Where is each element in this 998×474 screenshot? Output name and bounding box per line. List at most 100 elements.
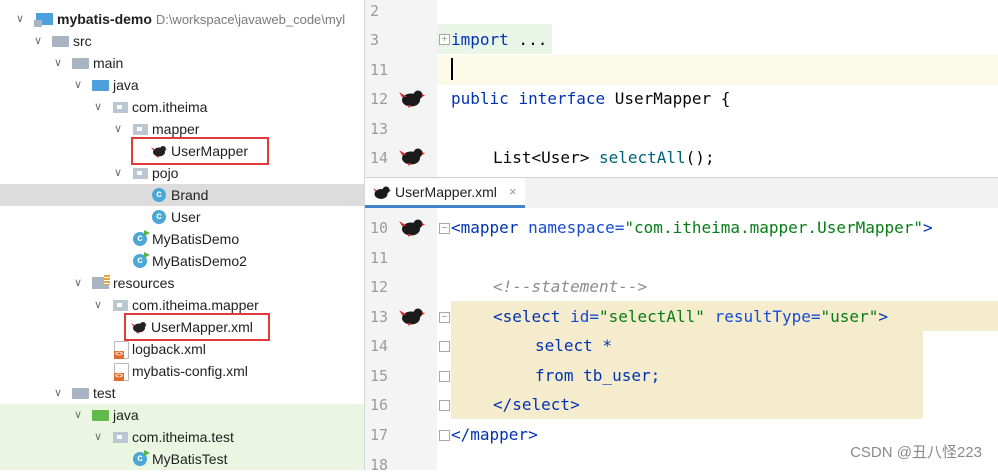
chevron-down-icon[interactable]: ∨ bbox=[14, 8, 26, 30]
tree-item-package[interactable]: ∨ pojo bbox=[0, 162, 364, 184]
test-folder-icon bbox=[92, 410, 109, 421]
mybatis-navigate-icon[interactable] bbox=[399, 306, 425, 326]
mybatis-bird-icon bbox=[373, 186, 391, 199]
source-folder-icon bbox=[92, 80, 109, 91]
tree-item-file[interactable]: c MyBatisTest bbox=[0, 448, 364, 470]
fold-collapse-icon[interactable]: − bbox=[439, 223, 450, 234]
caret-line-highlight bbox=[437, 55, 998, 85]
project-path: D:\workspace\javaweb_code\myl bbox=[155, 12, 346, 27]
close-icon[interactable]: × bbox=[509, 184, 517, 199]
tree-item-project[interactable]: ∨ mybatis-demo D:\workspace\javaweb_code… bbox=[0, 8, 364, 30]
tree-item-file[interactable]: c MyBatisDemo bbox=[0, 228, 364, 250]
tree-item-label: MyBatisTest bbox=[152, 451, 228, 467]
code-line-import: import ... bbox=[451, 30, 548, 49]
tree-item-test[interactable]: ∨ test bbox=[0, 382, 364, 404]
tree-item-label: main bbox=[93, 55, 124, 71]
project-tree: ∨ mybatis-demo D:\workspace\javaweb_code… bbox=[0, 0, 365, 470]
package-icon bbox=[113, 300, 128, 311]
tree-item-main[interactable]: ∨ main bbox=[0, 52, 364, 74]
tree-item-file[interactable]: c MyBatisDemo2 bbox=[0, 250, 364, 272]
fold-collapse-icon[interactable]: − bbox=[439, 312, 450, 323]
tree-item-label: MyBatisDemo2 bbox=[152, 253, 247, 269]
chevron-down-icon[interactable]: ∨ bbox=[112, 162, 124, 184]
code-line-interface: public interface UserMapper { bbox=[451, 89, 731, 108]
code-line-comment: <!--statement--> bbox=[493, 277, 648, 296]
chevron-down-icon[interactable]: ∨ bbox=[92, 426, 104, 448]
line-number: 13 bbox=[370, 120, 389, 138]
module-folder-icon bbox=[34, 13, 53, 27]
tree-item-file[interactable]: c Brand bbox=[0, 184, 364, 206]
code-line-sql: from tb_user; bbox=[535, 366, 661, 385]
tree-item-label: src bbox=[73, 33, 92, 49]
line-number: 3 bbox=[370, 31, 380, 49]
line-number: 15 bbox=[370, 367, 389, 385]
fold-marker-icon[interactable] bbox=[439, 371, 450, 382]
mybatis-navigate-icon[interactable] bbox=[399, 146, 425, 166]
tree-item-src[interactable]: ∨ src bbox=[0, 30, 364, 52]
project-name: mybatis-demo bbox=[57, 11, 152, 27]
tree-item-label: java bbox=[113, 77, 139, 93]
resources-folder-icon bbox=[92, 275, 110, 289]
chevron-down-icon[interactable]: ∨ bbox=[52, 52, 64, 74]
tree-item-package[interactable]: ∨ com.itheima.test bbox=[0, 426, 364, 448]
chevron-down-icon[interactable]: ∨ bbox=[52, 382, 64, 404]
editor-tab-bar: UserMapper.xml × bbox=[365, 177, 998, 209]
tree-item-label: resources bbox=[113, 275, 175, 291]
watermark: CSDN @丑八怪223 bbox=[850, 444, 982, 461]
tree-item-label: com.itheima bbox=[132, 99, 208, 115]
tree-item-label: User bbox=[171, 209, 201, 225]
tree-item-label: logback.xml bbox=[132, 341, 206, 357]
highlight-box-usermapper bbox=[131, 137, 269, 165]
mybatis-navigate-icon[interactable] bbox=[399, 217, 425, 237]
chevron-down-icon[interactable]: ∨ bbox=[32, 30, 44, 52]
class-icon: c bbox=[152, 188, 166, 202]
folder-icon bbox=[72, 388, 89, 399]
line-number: 16 bbox=[370, 396, 389, 414]
tree-item-file[interactable]: logback.xml bbox=[0, 338, 364, 360]
line-number: 14 bbox=[370, 337, 389, 355]
line-number: 17 bbox=[370, 426, 389, 444]
line-number: 2 bbox=[370, 2, 380, 20]
xml-file-icon bbox=[114, 341, 129, 359]
line-number: 18 bbox=[370, 456, 389, 474]
text-caret bbox=[451, 58, 453, 80]
tree-item-file[interactable]: mybatis-config.xml bbox=[0, 360, 364, 382]
tree-item-package[interactable]: ∨ com.itheima bbox=[0, 96, 364, 118]
tree-item-label: mybatis-config.xml bbox=[132, 363, 248, 379]
chevron-down-icon[interactable]: ∨ bbox=[92, 96, 104, 118]
class-icon: c bbox=[152, 210, 166, 224]
code-line-select-open: <select id="selectAll" resultType="user"… bbox=[493, 307, 888, 326]
line-number: 11 bbox=[370, 61, 389, 79]
tab-usermapper-xml[interactable]: UserMapper.xml × bbox=[365, 178, 525, 208]
code-line-method: List<User> selectAll(); bbox=[493, 148, 715, 167]
fold-end-icon[interactable] bbox=[439, 430, 450, 441]
line-number: 12 bbox=[370, 278, 389, 296]
package-icon bbox=[113, 432, 128, 443]
chevron-down-icon[interactable]: ∨ bbox=[112, 118, 124, 140]
code-line-select-close: </select> bbox=[493, 395, 580, 414]
package-icon bbox=[113, 102, 128, 113]
chevron-down-icon[interactable]: ∨ bbox=[92, 294, 104, 316]
fold-marker-icon[interactable] bbox=[439, 341, 450, 352]
tree-item-label: pojo bbox=[152, 165, 179, 181]
highlight-box-usermapper-xml bbox=[124, 313, 270, 341]
tree-item-java[interactable]: ∨ java bbox=[0, 74, 364, 96]
tree-item-label: MyBatisDemo bbox=[152, 231, 240, 247]
mybatis-navigate-icon[interactable] bbox=[399, 88, 425, 108]
fold-end-icon[interactable] bbox=[439, 400, 450, 411]
runnable-class-icon: c bbox=[133, 232, 147, 246]
fold-expand-icon[interactable]: + bbox=[439, 34, 450, 45]
package-icon bbox=[133, 168, 148, 179]
xml-file-icon bbox=[114, 363, 129, 381]
tree-item-resources[interactable]: ∨ resources bbox=[0, 272, 364, 294]
code-line-mapper-open: <mapper namespace="com.itheima.mapper.Us… bbox=[451, 218, 933, 237]
chevron-down-icon[interactable]: ∨ bbox=[72, 404, 84, 426]
tab-label: UserMapper.xml bbox=[395, 184, 497, 200]
folder-icon bbox=[52, 36, 69, 47]
tree-item-test-java[interactable]: ∨ java bbox=[0, 404, 364, 426]
code-line-sql: select * bbox=[535, 336, 613, 355]
tree-item-file[interactable]: c User bbox=[0, 206, 364, 228]
chevron-down-icon[interactable]: ∨ bbox=[72, 272, 84, 294]
tree-item-label: com.itheima.test bbox=[132, 429, 234, 445]
chevron-down-icon[interactable]: ∨ bbox=[72, 74, 84, 96]
